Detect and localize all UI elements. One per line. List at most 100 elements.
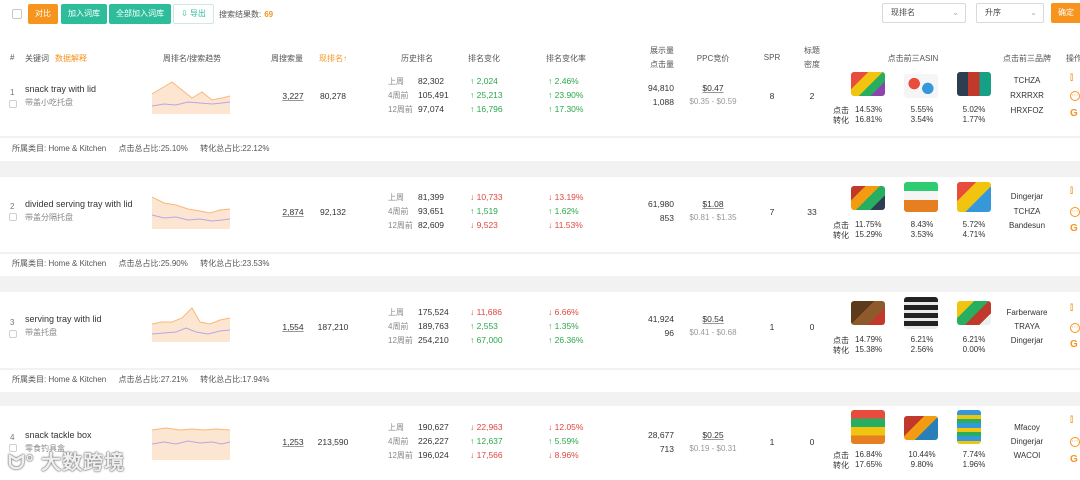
ppc-value[interactable]: $0.47 — [702, 83, 723, 93]
col-rank-sorted[interactable]: 现排名↑ — [319, 53, 347, 64]
brand-name[interactable]: Dingerjar — [1011, 336, 1043, 345]
more-options-icon[interactable]: ⋯ — [1070, 207, 1080, 217]
google-search-icon[interactable]: G — [1070, 223, 1078, 234]
confirm-button[interactable]: 确定 — [1051, 3, 1080, 23]
compare-button[interactable]: 对比 — [28, 4, 58, 24]
col-weekly-search[interactable]: 周搜索量 — [271, 53, 303, 64]
more-options-icon[interactable]: ⋯ — [1070, 91, 1080, 101]
bar-chart-icon[interactable]: ⫾ — [1070, 72, 1073, 83]
asin-thumbnail[interactable] — [904, 182, 938, 212]
google-search-icon[interactable]: G — [1070, 339, 1078, 350]
asin-thumbnail[interactable] — [957, 72, 991, 96]
more-options-icon[interactable]: ⋯ — [1070, 437, 1080, 447]
bar-chart-icon[interactable]: ⫾ — [1070, 302, 1073, 313]
bar-chart-icon[interactable]: ⫾ — [1070, 414, 1073, 425]
brand-name[interactable]: Mfacoy — [1014, 423, 1040, 432]
asin-conv-share: 15.38% — [855, 345, 883, 354]
col-rank-change[interactable]: 排名变化 — [468, 53, 500, 64]
brand-name[interactable]: Dingerjar — [1011, 437, 1043, 446]
chevron-down-icon: ⌄ — [952, 8, 959, 17]
brand-name[interactable]: TCHZA — [1014, 76, 1041, 85]
rank-change-rate-value: 11.53% — [554, 220, 583, 230]
ppc-value[interactable]: $0.54 — [702, 314, 723, 324]
category-line: 所属类目: Home & Kitchen 点击总占比:25.90% 转化总占比:… — [12, 258, 279, 269]
brand-name[interactable]: Bandesun — [1009, 221, 1045, 230]
col-clicks[interactable]: 点击量 — [650, 59, 674, 70]
asin-thumbnail[interactable] — [957, 410, 981, 444]
col-impressions[interactable]: 展示量 — [650, 45, 674, 56]
row-checkbox[interactable] — [9, 100, 17, 108]
asin-thumbnail[interactable] — [904, 74, 938, 98]
rank-change-rate: ↑ 2.46% — [548, 76, 579, 86]
brand-name[interactable]: Farberware — [1007, 308, 1048, 317]
ppc-range: $0.81 - $1.35 — [689, 213, 737, 222]
select-all-checkbox[interactable] — [12, 9, 22, 19]
download-icon: ⇩ — [181, 9, 188, 18]
brand-name[interactable]: TCHZA — [1014, 207, 1041, 216]
asin-conv-share: 0.00% — [962, 345, 986, 354]
google-search-icon[interactable]: G — [1070, 454, 1078, 465]
weekly-search-value[interactable]: 3,227 — [282, 91, 303, 101]
asin-thumbnail[interactable] — [957, 301, 991, 325]
data-explain-link[interactable]: 数据解释 — [55, 54, 87, 63]
rank-change-rate-value: 5.59% — [554, 436, 579, 446]
add-all-to-library-button[interactable]: 全部加入词库 — [109, 4, 171, 24]
weekly-search-value[interactable]: 1,253 — [282, 437, 303, 447]
asin-thumbnail[interactable] — [957, 182, 991, 212]
keyword-link[interactable]: serving tray with lid — [25, 314, 102, 324]
keyword-link[interactable]: snack tackle box — [25, 430, 92, 440]
google-search-icon[interactable]: G — [1070, 108, 1078, 119]
hist-rank-12w: 82,609 — [418, 220, 444, 230]
asin-thumbnail[interactable] — [851, 72, 885, 96]
trend-sparkline[interactable] — [152, 424, 230, 460]
add-to-library-button[interactable]: 加入词库 — [61, 4, 107, 24]
more-options-icon[interactable]: ⋯ — [1070, 323, 1080, 333]
row-checkbox[interactable] — [9, 330, 17, 338]
col-spr[interactable]: SPR — [764, 53, 780, 62]
asin-thumbnail[interactable] — [904, 297, 938, 329]
asin-click-share: 5.55% — [910, 105, 934, 114]
category-label: 所属类目: Home & Kitchen — [12, 375, 107, 384]
col-rank-change-rate[interactable]: 排名变化率 — [546, 53, 586, 64]
brand-name[interactable]: WACOI — [1014, 451, 1041, 460]
keyword-link[interactable]: snack tray with lid — [25, 84, 96, 94]
asin-click-share: 6.21% — [962, 335, 986, 344]
table-row: 1 snack tray with lid 带盖小吃托盘 3,227 80,27… — [0, 72, 1080, 136]
trend-sparkline[interactable] — [152, 78, 230, 114]
brand-name[interactable]: Dingerjar — [1011, 192, 1043, 201]
brand-name[interactable]: RXRRXR — [1010, 91, 1044, 100]
trend-sparkline[interactable] — [152, 306, 230, 342]
asin-thumbnail[interactable] — [851, 410, 885, 444]
impressions-value: 28,677 — [648, 430, 674, 440]
trend-sparkline[interactable] — [152, 193, 230, 229]
ppc-value[interactable]: $1.08 — [702, 199, 723, 209]
col-ppc[interactable]: PPC竞价 — [697, 53, 729, 64]
asin-thumbnail[interactable] — [851, 186, 885, 210]
rank-change: ↑ 2,553 — [470, 321, 498, 331]
hist-label-week: 上周 — [388, 308, 404, 317]
keyword-link[interactable]: divided serving tray with lid — [25, 199, 133, 209]
rank-change-rate-value: 12.05% — [554, 422, 584, 432]
asin-conv-share: 15.29% — [855, 230, 883, 239]
export-button[interactable]: ⇩ 导出 — [173, 4, 214, 24]
rank-change-rate: ↓ 12.05% — [548, 422, 584, 432]
rank-change: ↑ 12,637 — [470, 436, 503, 446]
row-checkbox[interactable] — [9, 213, 17, 221]
brand-name[interactable]: HRXFOZ — [1011, 106, 1044, 115]
rank-change-rate: ↓ 13.19% — [548, 192, 584, 202]
bar-chart-icon[interactable]: ⫾ — [1070, 185, 1073, 196]
weekly-search-value[interactable]: 1,554 — [282, 322, 303, 332]
title-density-value: 0 — [809, 437, 815, 447]
asin-click-share: 10.44% — [908, 450, 936, 459]
col-title-density[interactable]: 标题 — [804, 45, 820, 56]
asin-thumbnail[interactable] — [851, 301, 885, 325]
rank-change: ↑ 16,796 — [470, 104, 503, 114]
sort-order-select[interactable]: 升序 ⌄ — [976, 3, 1044, 23]
export-label: 导出 — [189, 9, 206, 18]
ppc-value[interactable]: $0.25 — [702, 430, 723, 440]
conv-label: 转化 — [833, 346, 849, 355]
weekly-search-value[interactable]: 2,874 — [282, 207, 303, 217]
brand-name[interactable]: TRAYA — [1014, 322, 1039, 331]
sort-field-select[interactable]: 现排名 ⌄ — [882, 3, 966, 23]
asin-thumbnail[interactable] — [904, 416, 938, 440]
